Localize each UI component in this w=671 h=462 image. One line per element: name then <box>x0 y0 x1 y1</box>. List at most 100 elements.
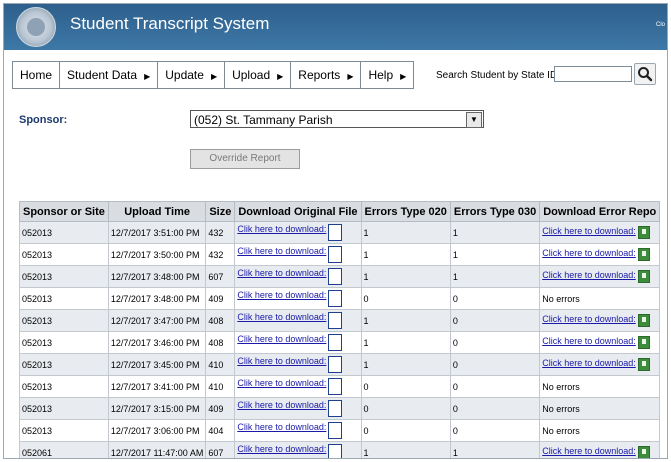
download-original-link[interactable]: Clik here to download: <box>237 312 326 322</box>
size-cell: 404 <box>205 419 236 442</box>
download-original-link[interactable]: Clik here to download: <box>237 268 326 278</box>
caret-right-icon: ▶ <box>347 72 354 81</box>
column-header: Size <box>205 201 236 222</box>
errors-020-cell: 1 <box>360 221 451 244</box>
error-report-cell: No errors <box>539 397 661 420</box>
errors-030-cell: 1 <box>449 441 541 458</box>
sponsor-site-cell: 052013 <box>19 375 109 398</box>
download-original-cell: Clik here to download: <box>234 331 362 354</box>
download-error-report-link[interactable]: Click here to download: <box>542 226 636 236</box>
errors-030-cell: 1 <box>449 265 541 288</box>
size-cell: 410 <box>205 353 236 376</box>
document-icon[interactable] <box>328 422 343 439</box>
column-header: Sponsor or Site <box>19 201 109 222</box>
close-link[interactable]: Clo <box>656 22 665 28</box>
errors-020-cell: 0 <box>360 419 451 442</box>
override-report-button[interactable]: Override Report <box>190 149 300 169</box>
errors-030-cell: 0 <box>449 287 541 310</box>
spreadsheet-icon[interactable] <box>637 314 650 327</box>
spreadsheet-icon[interactable] <box>637 446 650 458</box>
upload-time-cell: 12/7/2017 11:47:00 AM <box>107 441 207 458</box>
size-cell: 607 <box>205 441 236 458</box>
menu-item-update[interactable]: Update ▶ <box>158 62 226 88</box>
table-row: 052013 12/7/2017 3:47:00 PM 408 Clik here t… <box>19 309 661 332</box>
download-original-link[interactable]: Clik here to download: <box>237 422 326 432</box>
download-original-link[interactable]: Clik here to download: <box>237 378 326 388</box>
download-error-report-link[interactable]: Click here to download: <box>542 248 636 258</box>
document-icon[interactable] <box>328 356 343 373</box>
table-row: 052013 12/7/2017 3:41:00 PM 410 Clik here t… <box>19 375 661 398</box>
menu-item-help[interactable]: Help ▶ <box>361 62 413 88</box>
table-header-row: Sponsor or Site Upload Time Size Download O… <box>19 201 661 222</box>
document-icon[interactable] <box>328 224 343 241</box>
document-icon[interactable] <box>328 444 343 458</box>
app-title: Student Transcript System <box>70 14 270 33</box>
menu-item-student-data[interactable]: Student Data ▶ <box>60 62 159 88</box>
no-errors-text: No errors <box>542 293 580 304</box>
menu-item-label: Upload <box>232 68 271 82</box>
menu-item-reports[interactable]: Reports ▶ <box>291 62 362 88</box>
errors-020-cell: 0 <box>360 375 451 398</box>
upload-time-cell: 12/7/2017 3:51:00 PM <box>107 221 207 244</box>
chevron-down-icon[interactable]: ▼ <box>466 112 482 128</box>
error-report-cell: Click here to download: <box>539 353 661 376</box>
sponsor-site-cell: 052013 <box>19 353 109 376</box>
spreadsheet-icon[interactable] <box>637 226 650 239</box>
upload-time-cell: 12/7/2017 3:06:00 PM <box>107 419 207 442</box>
table-row: 052061 12/7/2017 11:47:00 AM 607 Clik here … <box>19 441 661 458</box>
download-original-link[interactable]: Clik here to download: <box>237 334 326 344</box>
download-original-link[interactable]: Clik here to download: <box>237 290 326 300</box>
download-error-report-link[interactable]: Click here to download: <box>542 336 636 346</box>
download-error-report-link[interactable]: Click here to download: <box>542 270 636 280</box>
download-original-link[interactable]: Clik here to download: <box>237 246 326 256</box>
caret-right-icon: ▶ <box>400 72 407 81</box>
download-error-report-link[interactable]: Click here to download: <box>542 314 636 324</box>
upload-time-cell: 12/7/2017 3:46:00 PM <box>107 331 207 354</box>
error-report-cell: No errors <box>539 375 661 398</box>
menu-item-home[interactable]: Home <box>13 62 61 88</box>
errors-020-cell: 1 <box>360 331 451 354</box>
document-icon[interactable] <box>328 334 343 351</box>
download-original-cell: Clik here to download: <box>234 353 362 376</box>
spreadsheet-icon[interactable] <box>637 248 650 261</box>
sponsor-select[interactable]: (052) St. Tammany Parish ▼ <box>190 110 484 128</box>
document-icon[interactable] <box>328 378 343 395</box>
download-original-cell: Clik here to download: <box>234 265 362 288</box>
download-original-link[interactable]: Clik here to download: <box>237 224 326 234</box>
sponsor-site-cell: 052013 <box>19 309 109 332</box>
download-original-link[interactable]: Clik here to download: <box>237 356 326 366</box>
state-seal-icon <box>16 7 56 47</box>
spreadsheet-icon[interactable] <box>637 270 650 283</box>
download-original-link[interactable]: Clik here to download: <box>237 444 326 454</box>
document-icon[interactable] <box>328 290 343 307</box>
document-icon[interactable] <box>328 268 343 285</box>
document-icon[interactable] <box>328 400 343 417</box>
sponsor-selected-value: (052) St. Tammany Parish <box>194 113 333 127</box>
column-header: Download Original File <box>234 201 362 222</box>
table-row: 052013 12/7/2017 3:06:00 PM 404 Clik here t… <box>19 419 661 442</box>
errors-020-cell: 1 <box>360 441 451 458</box>
search-button[interactable] <box>634 63 656 85</box>
sponsor-label: Sponsor: <box>19 114 68 126</box>
error-report-cell: Click here to download: <box>539 265 661 288</box>
table-row: 052013 12/7/2017 3:45:00 PM 410 Clik here t… <box>19 353 661 376</box>
sponsor-site-cell: 052061 <box>19 441 109 458</box>
spreadsheet-icon[interactable] <box>637 358 650 371</box>
menu-item-upload[interactable]: Upload ▶ <box>225 62 292 88</box>
magnifier-icon <box>638 67 653 82</box>
caret-right-icon: ▶ <box>210 72 218 81</box>
document-icon[interactable] <box>328 312 343 329</box>
upload-time-cell: 12/7/2017 3:15:00 PM <box>107 397 207 420</box>
state-id-search-input[interactable] <box>554 66 632 82</box>
error-report-cell: Click here to download: <box>539 243 661 266</box>
download-error-report-link[interactable]: Click here to download: <box>542 358 636 368</box>
sponsor-site-cell: 052013 <box>19 243 109 266</box>
download-original-link[interactable]: Clik here to download: <box>237 400 326 410</box>
column-header: Upload Time <box>107 201 207 222</box>
download-original-cell: Clik here to download: <box>234 287 362 310</box>
document-icon[interactable] <box>328 246 343 263</box>
spreadsheet-icon[interactable] <box>637 336 650 349</box>
errors-030-cell: 0 <box>449 419 541 442</box>
errors-020-cell: 1 <box>360 353 451 376</box>
download-error-report-link[interactable]: Click here to download: <box>542 446 636 456</box>
